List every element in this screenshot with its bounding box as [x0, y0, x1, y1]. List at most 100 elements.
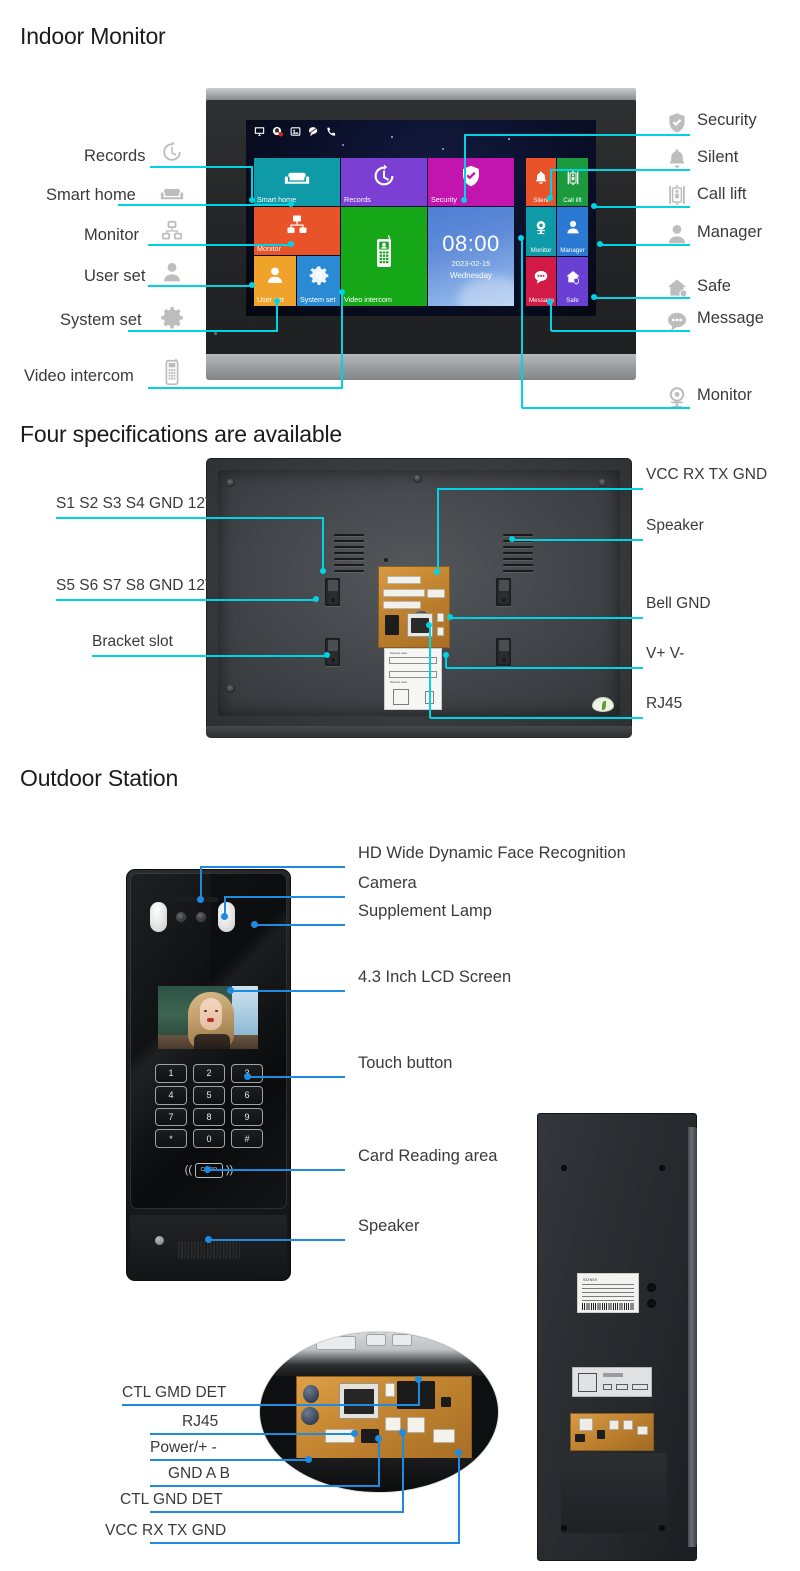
indoor-monitor-device: Smart home Records Security Monitor Vide… — [206, 88, 636, 380]
tile-call-lift[interactable]: Call lift — [557, 158, 588, 206]
shield-check-icon — [428, 158, 514, 195]
picture-icon — [290, 127, 301, 136]
clock-date: 2023-02-15 — [451, 259, 491, 268]
home-tile-grid: Smart home Records Security Monitor Vide… — [254, 158, 588, 306]
main-pcb — [378, 566, 450, 648]
callout-camera-label: Camera — [358, 874, 417, 892]
tile-monitor[interactable]: Monitor — [254, 207, 340, 255]
rfid-wave-left-icon: (( — [184, 1163, 192, 1176]
callout-outdoor-speaker-label: Speaker — [358, 1217, 420, 1235]
key-hash[interactable]: # — [231, 1129, 263, 1148]
phone-icon — [327, 127, 336, 136]
outdoor-station-front: 1 2 3 4 5 6 7 8 9 * 0 # (( CARD )) — [126, 869, 291, 1281]
callout-security-label: Security — [697, 111, 757, 129]
tile-manager[interactable]: Manager — [557, 207, 588, 256]
clock-icon — [160, 140, 184, 164]
rear-screw-hole — [561, 1165, 567, 1171]
rear-screw-hole — [659, 1525, 665, 1531]
wiring-label-sticker: Defence area Defence area — [384, 648, 442, 710]
key-7[interactable]: 7 — [155, 1107, 187, 1127]
key-star[interactable]: * — [155, 1129, 187, 1148]
callout-manager-label: Manager — [697, 223, 763, 241]
callout-gnd-a-b-label: GND A B — [168, 1465, 231, 1482]
elevator-icon — [557, 158, 588, 197]
user-icon — [160, 260, 184, 284]
rear-wiring-diagram — [572, 1367, 652, 1397]
rear-spec-label: SONIX — [577, 1273, 639, 1313]
elevator-icon — [665, 183, 689, 207]
bracket-slot-a — [325, 578, 340, 606]
key-2[interactable]: 2 — [193, 1064, 225, 1083]
callout-rj45-zoom-label: RJ45 — [182, 1413, 219, 1430]
callout-smart-home-label: Smart home — [46, 186, 136, 204]
tile-smart-home[interactable]: Smart home — [254, 158, 340, 206]
alert-bell-icon — [272, 126, 283, 137]
clock-icon — [341, 158, 427, 195]
section-title-outdoor: Outdoor Station — [20, 765, 179, 791]
tile-monitor-small[interactable]: Monitor — [526, 207, 556, 256]
message-icon — [308, 127, 318, 137]
callout-lcd-screen-label: 4.3 Inch LCD Screen — [358, 968, 512, 986]
bracket-slot-c — [496, 578, 511, 606]
callout-vcc-rx-tx-gnd-label: VCC RX TX GND — [646, 466, 768, 483]
rear-screw-hole — [561, 1525, 567, 1531]
intercom-handset-icon — [341, 207, 427, 295]
callout-safe-label: Safe — [697, 277, 731, 295]
key-9[interactable]: 9 — [231, 1107, 263, 1127]
callout-power-label: Power/+ - — [150, 1439, 217, 1456]
tile-label: Security — [431, 194, 457, 204]
clock-weekday: Wednesday — [449, 271, 493, 280]
section-title-indoor: Indoor Monitor — [20, 23, 166, 49]
key-8[interactable]: 8 — [193, 1107, 225, 1127]
key-5[interactable]: 5 — [193, 1085, 225, 1105]
speaker-grille-left — [334, 534, 364, 572]
callout-bracket-slot-label: Bracket slot — [92, 633, 173, 650]
monitor-bottom-bezel — [206, 354, 636, 380]
tile-video-intercom[interactable]: Video intercom — [341, 207, 427, 306]
tile-label: System set — [300, 294, 336, 304]
sensor-strip — [173, 897, 218, 902]
chat-bubble-icon — [526, 257, 556, 297]
rear-hole-lower — [647, 1299, 656, 1308]
tile-label: Video intercom — [344, 294, 392, 304]
callout-card-reading-label: Card Reading area — [358, 1147, 498, 1165]
key-6[interactable]: 6 — [231, 1085, 263, 1105]
tile-label: Manager — [560, 247, 585, 254]
callout-system-set-label: System set — [60, 311, 142, 329]
tile-label: Records — [344, 194, 371, 204]
screw — [226, 684, 235, 693]
monitor-screen: Smart home Records Security Monitor Vide… — [246, 120, 596, 316]
camera-icon — [665, 385, 689, 409]
sofa-icon — [160, 180, 184, 204]
callout-ctl-gmd-det-label: CTL GMD DET — [122, 1384, 227, 1401]
tile-security[interactable]: Security — [428, 158, 514, 206]
key-4[interactable]: 4 — [155, 1085, 187, 1105]
key-1[interactable]: 1 — [155, 1064, 187, 1083]
callout-supplement-lamp-label: Supplement Lamp — [358, 902, 492, 920]
network-icon — [160, 219, 184, 243]
person-icon — [665, 222, 689, 246]
shield-check-icon — [665, 111, 689, 135]
sofa-icon — [254, 158, 340, 195]
callout-records-label: Records — [84, 147, 146, 165]
home-shield-icon — [557, 257, 588, 297]
zoom-pcb — [296, 1376, 472, 1460]
screw — [413, 474, 422, 483]
tile-system-set[interactable]: System set — [297, 256, 340, 306]
tile-records[interactable]: Records — [341, 158, 427, 206]
microphone — [155, 1236, 164, 1245]
rear-recess-plate — [561, 1453, 667, 1533]
callout-v-plus-minus-label: V+ V- — [646, 645, 685, 662]
camera-lens — [176, 912, 186, 922]
supplement-lamp — [196, 912, 206, 922]
callout-rj45-label: RJ45 — [646, 695, 683, 712]
key-0[interactable]: 0 — [193, 1129, 225, 1148]
tile-safe[interactable]: Safe — [557, 257, 588, 306]
gear-icon — [160, 305, 184, 329]
callout-s1-s4-label: S1 S2 S3 S4 GND 12V — [56, 495, 216, 512]
callout-touch-button-label: Touch button — [358, 1054, 453, 1072]
back-panel-footer — [206, 726, 632, 738]
tile-label: Monitor — [530, 247, 552, 254]
camera-icon — [526, 207, 556, 247]
status-bar — [254, 126, 337, 137]
